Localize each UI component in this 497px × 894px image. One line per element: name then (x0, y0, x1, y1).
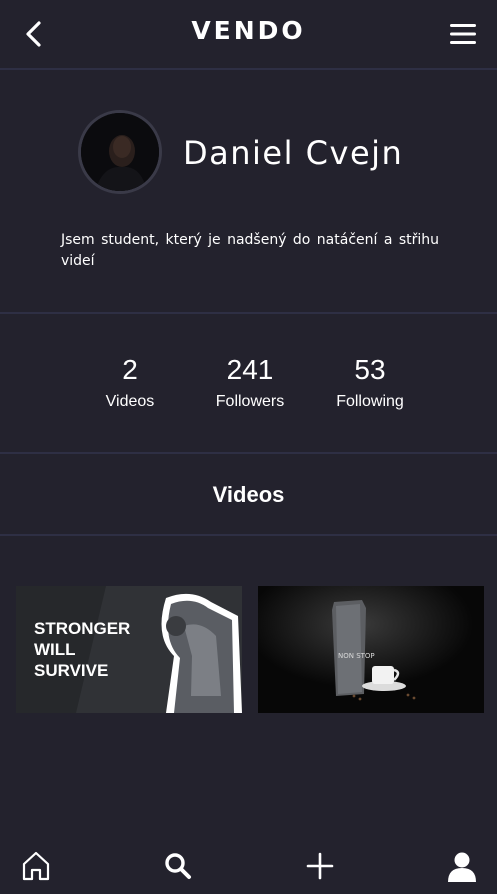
hamburger-menu-icon (450, 24, 476, 44)
stat-label: Followers (215, 393, 285, 410)
home-icon (22, 851, 50, 881)
videos-header: Videos (0, 456, 497, 536)
profile-section: Daniel Cvejn Jsem student, který je nadš… (0, 72, 497, 314)
stat-label: Videos (105, 393, 155, 410)
avatar[interactable] (78, 110, 162, 194)
search-icon (165, 853, 191, 879)
stat-value: 241 (226, 354, 274, 385)
video-thumbnail[interactable]: STRONGER WILL SURVIVE (16, 586, 242, 713)
video-overlay-text: STRONGER WILL SURVIVE (34, 619, 131, 680)
stats-section: 2 Videos 241 Followers 53 Following (0, 316, 497, 454)
stat-value: 53 (354, 354, 386, 385)
profile-bio: Jsem student, který je nadšený do natáče… (61, 232, 439, 269)
tab-add[interactable] (300, 846, 340, 886)
stat-videos[interactable]: 2 Videos (70, 352, 190, 412)
video-thumbnail[interactable]: NON STOP (258, 586, 484, 713)
stat-following[interactable]: 53 Following (310, 352, 430, 412)
tab-home[interactable] (16, 846, 56, 886)
menu-button[interactable] (448, 21, 478, 47)
videos-title: Videos (212, 482, 285, 507)
stat-value: 2 (122, 354, 138, 385)
tab-profile[interactable] (442, 846, 482, 886)
stat-followers[interactable]: 241 Followers (190, 352, 310, 412)
bottom-tab-bar (0, 838, 497, 894)
app-header: VENDO (0, 0, 497, 70)
profile-name: Daniel Cvejn (183, 134, 404, 172)
video-overlay-text: NON STOP (338, 652, 375, 660)
user-icon (448, 852, 476, 882)
app-logo[interactable]: VENDO (0, 16, 497, 45)
tab-search[interactable] (158, 846, 198, 886)
plus-icon (306, 852, 334, 880)
stat-label: Following (336, 393, 404, 410)
